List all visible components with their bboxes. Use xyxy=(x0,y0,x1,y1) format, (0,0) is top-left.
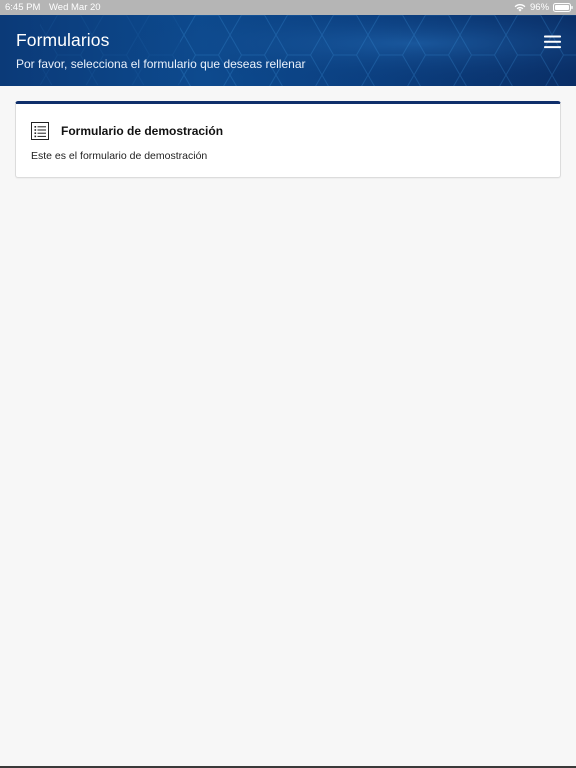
list-icon xyxy=(31,122,49,140)
app-header: Formularios Por favor, selecciona el for… xyxy=(0,15,576,86)
page-title: Formularios xyxy=(16,30,110,50)
form-description: Este es el formulario de demostración xyxy=(31,150,208,162)
status-time: 6:45 PM xyxy=(5,2,41,13)
form-title: Formulario de demostración xyxy=(61,124,224,138)
page-subtitle: Por favor, selecciona el formulario que … xyxy=(16,57,306,71)
form-card[interactable]: Formulario de demostración Este es el fo… xyxy=(15,101,561,178)
battery-icon xyxy=(553,3,573,12)
wifi-icon xyxy=(514,3,526,12)
status-bar: 6:45 PM Wed Mar 20 96% xyxy=(0,0,576,15)
status-date: Wed Mar 20 xyxy=(49,2,101,13)
hamburger-menu-icon[interactable] xyxy=(544,35,562,49)
battery-percentage: 96% xyxy=(530,2,550,13)
